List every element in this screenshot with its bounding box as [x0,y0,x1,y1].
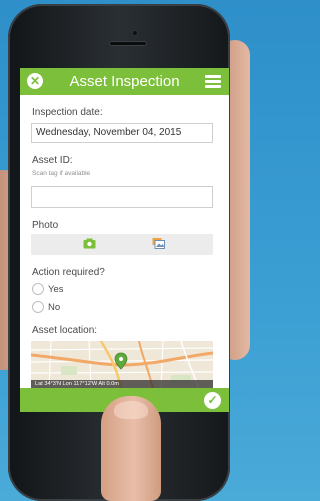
asset-id-hint: Scan tag if available [32,170,91,177]
fingernail [114,401,148,419]
asset-id-input[interactable] [31,186,213,208]
location-map[interactable]: Lat 34°3'N Lon 117°12'W Alt 0.0m [31,341,213,389]
action-required-label: Action required? [32,267,105,278]
earpiece-speaker [109,41,147,46]
inspection-date-label: Inspection date: [32,107,103,118]
yes-label: Yes [48,284,64,295]
inspection-date-field[interactable]: Wednesday, November 04, 2015 [31,123,213,143]
photo-label: Photo [32,220,59,231]
asset-location-label: Asset location: [32,325,98,336]
yes-radio[interactable] [32,283,44,295]
photo-toolbar [31,234,213,255]
gallery-icon[interactable] [152,237,165,249]
app-screen: ✕ Asset Inspection Inspection date: Wedn… [20,68,229,412]
front-camera [132,30,138,36]
camera-icon[interactable] [83,238,96,249]
check-icon[interactable]: ✓ [204,392,221,409]
menu-icon[interactable] [205,75,221,88]
no-label: No [48,302,61,313]
app-bar: ✕ Asset Inspection [20,68,229,95]
no-radio[interactable] [32,301,44,313]
asset-id-label: Asset ID: [32,155,73,166]
app-title: Asset Inspection [69,73,180,90]
